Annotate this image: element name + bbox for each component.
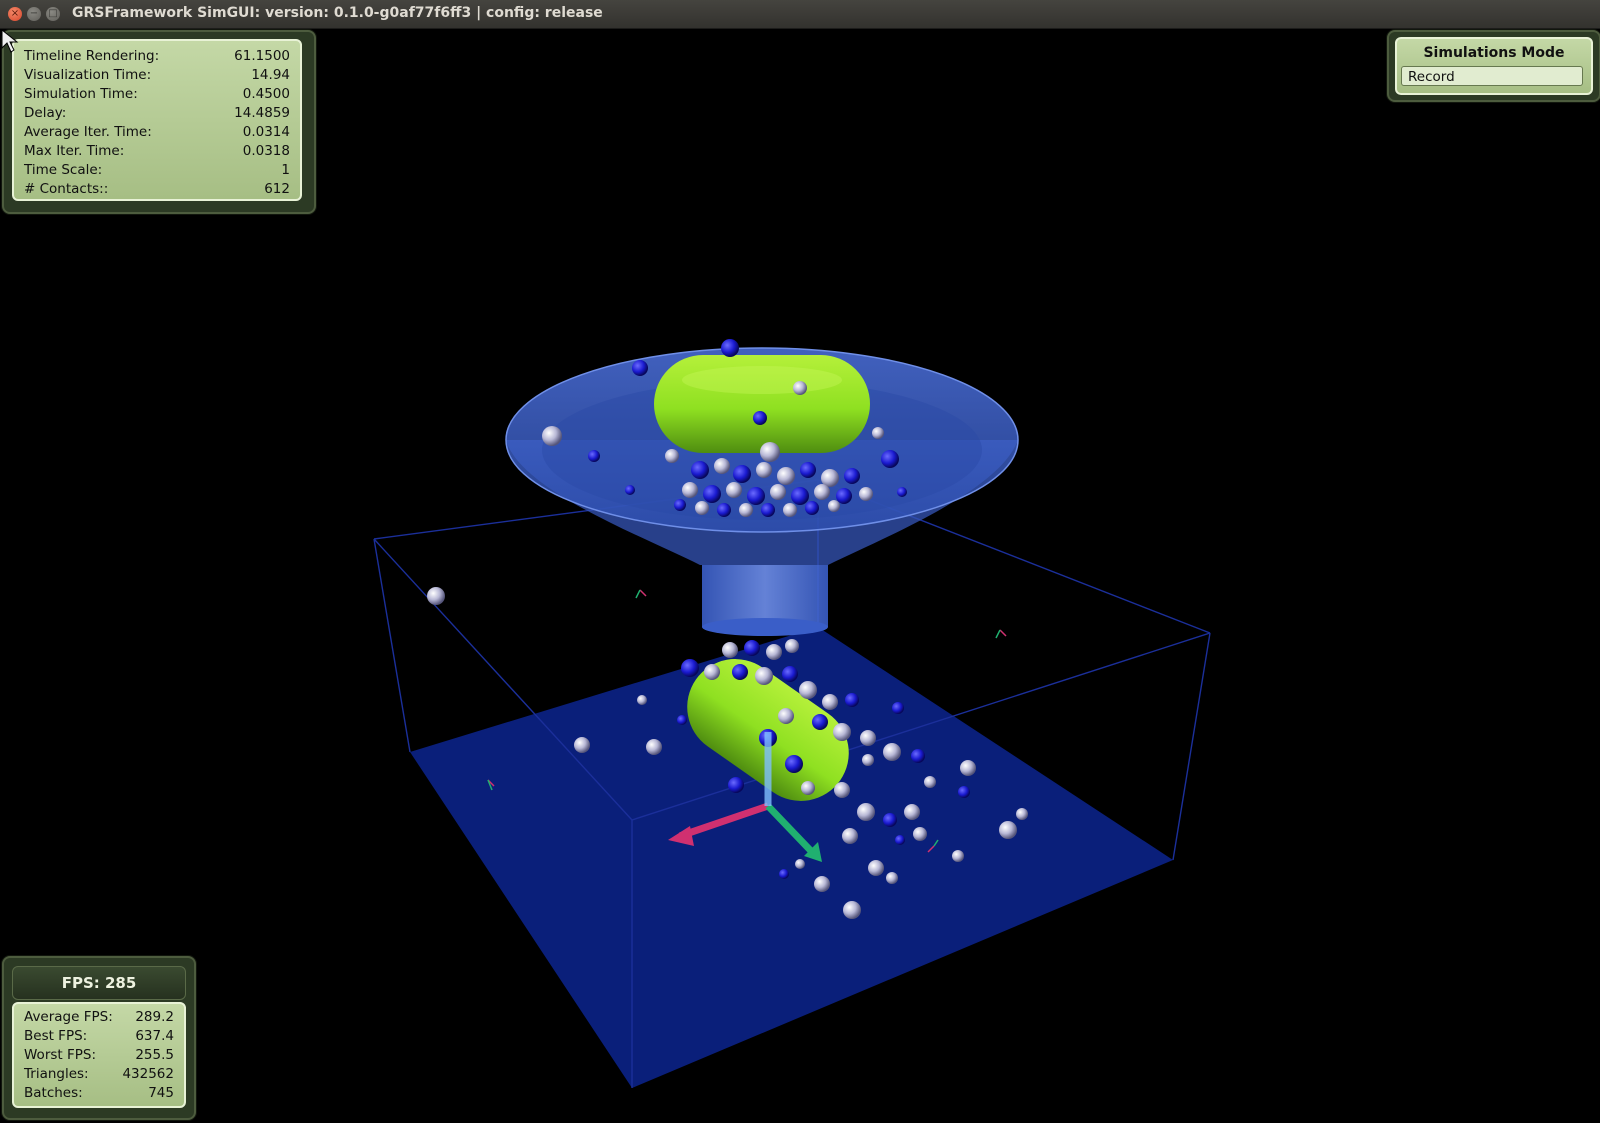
fps-panel: FPS: 285 Average FPS: 289.2 Best FPS: 637.… bbox=[2, 956, 196, 1120]
stat-row: Time Scale: 1 bbox=[24, 161, 290, 180]
close-window-button[interactable]: × bbox=[8, 7, 22, 21]
stat-value: 0.4500 bbox=[242, 86, 290, 102]
fps-value: 745 bbox=[148, 1085, 174, 1101]
stat-label: Simulation Time: bbox=[24, 86, 138, 102]
simulation-mode-select[interactable]: Record bbox=[1401, 66, 1583, 86]
stat-value: 14.94 bbox=[251, 67, 290, 83]
stat-row: # Contacts:: 612 bbox=[24, 180, 290, 199]
stat-label: Delay: bbox=[24, 105, 67, 121]
stat-value: 0.0314 bbox=[242, 124, 290, 140]
stat-row: Simulation Time: 0.4500 bbox=[24, 85, 290, 104]
stat-label: Visualization Time: bbox=[24, 67, 152, 83]
stat-row: Timeline Rendering: 61.1500 bbox=[24, 47, 290, 66]
fps-label: Batches: bbox=[24, 1085, 83, 1101]
stat-value: 1 bbox=[281, 162, 290, 178]
stat-value: 0.0318 bbox=[242, 143, 290, 159]
maximize-window-button[interactable]: □ bbox=[46, 7, 60, 21]
stat-row: Visualization Time: 14.94 bbox=[24, 66, 290, 85]
stat-label: Max Iter. Time: bbox=[24, 143, 125, 159]
fps-row: Average FPS: 289.2 bbox=[24, 1008, 174, 1027]
stat-row: Delay: 14.4859 bbox=[24, 104, 290, 123]
fps-row: Worst FPS: 255.5 bbox=[24, 1046, 174, 1065]
window-title: GRSFramework SimGUI: version: 0.1.0-g0af… bbox=[72, 5, 603, 21]
upper-capsule bbox=[654, 355, 870, 453]
stat-label: Average Iter. Time: bbox=[24, 124, 152, 140]
fps-label: Triangles: bbox=[24, 1066, 89, 1082]
stat-label: Time Scale: bbox=[24, 162, 103, 178]
fps-label: Best FPS: bbox=[24, 1028, 88, 1044]
stat-row: Average Iter. Time: 0.0314 bbox=[24, 123, 290, 142]
stats-panel: Timeline Rendering: 61.1500 Visualization… bbox=[2, 30, 316, 214]
window-titlebar: × − □ GRSFramework SimGUI: version: 0.1.… bbox=[0, 0, 1600, 29]
fps-row: Best FPS: 637.4 bbox=[24, 1027, 174, 1046]
fps-value: 637.4 bbox=[135, 1028, 174, 1044]
stats-panel-body: Timeline Rendering: 61.1500 Visualization… bbox=[12, 39, 302, 201]
stat-value: 61.1500 bbox=[234, 48, 290, 64]
stat-label: # Contacts:: bbox=[24, 181, 109, 197]
stat-value: 612 bbox=[264, 181, 290, 197]
fps-heading: FPS: 285 bbox=[12, 966, 186, 1000]
fps-row: Batches: 745 bbox=[24, 1084, 174, 1103]
fps-value: 255.5 bbox=[135, 1047, 174, 1063]
mouse-cursor-icon bbox=[1, 28, 19, 53]
fps-panel-body: Average FPS: 289.2 Best FPS: 637.4 Worst F… bbox=[12, 1002, 186, 1108]
simulation-mode-heading: Simulations Mode bbox=[1423, 45, 1565, 61]
stat-row: Max Iter. Time: 0.0318 bbox=[24, 142, 290, 161]
simulation-mode-body: Simulations Mode Record bbox=[1395, 37, 1593, 95]
fps-value: 289.2 bbox=[135, 1009, 174, 1025]
fps-row: Triangles: 432562 bbox=[24, 1065, 174, 1084]
fps-value: 432562 bbox=[122, 1066, 174, 1082]
simulation-mode-panel: Simulations Mode Record bbox=[1387, 30, 1600, 102]
stat-label: Timeline Rendering: bbox=[24, 48, 160, 64]
minimize-window-button[interactable]: − bbox=[27, 7, 41, 21]
fps-label: Average FPS: bbox=[24, 1009, 113, 1025]
stat-value: 14.4859 bbox=[234, 105, 290, 121]
fps-label: Worst FPS: bbox=[24, 1047, 97, 1063]
